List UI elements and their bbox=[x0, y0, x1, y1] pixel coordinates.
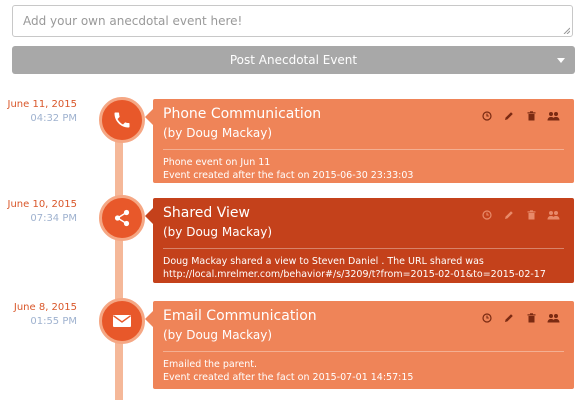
anecdotal-event-input-box[interactable] bbox=[12, 5, 573, 37]
event-body: Phone event on Jun 11 Event created afte… bbox=[163, 156, 564, 182]
event-date: June 10, 2015 bbox=[7, 199, 78, 210]
event-icon-circle bbox=[99, 298, 145, 344]
clock-icon[interactable] bbox=[480, 209, 494, 221]
pencil-icon[interactable] bbox=[502, 110, 516, 122]
users-icon[interactable] bbox=[546, 209, 560, 221]
card-pointer bbox=[145, 208, 153, 224]
card-divider bbox=[163, 351, 564, 352]
pencil-icon[interactable] bbox=[502, 209, 516, 221]
resize-grip-icon[interactable] bbox=[562, 26, 570, 34]
event-time: 04:32 PM bbox=[30, 113, 77, 124]
post-anecdotal-event-button[interactable]: Post Anecdotal Event bbox=[12, 46, 575, 74]
trash-icon[interactable] bbox=[524, 209, 538, 221]
event-actions bbox=[480, 312, 560, 324]
envelope-icon bbox=[113, 315, 131, 327]
post-button-label: Post Anecdotal Event bbox=[229, 53, 358, 67]
clock-icon[interactable] bbox=[480, 110, 494, 122]
trash-icon[interactable] bbox=[524, 110, 538, 122]
event-card: Shared View (by Doug Mackay) Doug Mackay… bbox=[153, 198, 574, 283]
event-date-block: June 11, 2015 04:32 PM bbox=[0, 98, 78, 126]
chevron-down-icon[interactable] bbox=[557, 58, 565, 63]
trash-icon[interactable] bbox=[524, 312, 538, 324]
clock-icon[interactable] bbox=[480, 312, 494, 324]
event-actions bbox=[480, 110, 560, 122]
pencil-icon[interactable] bbox=[502, 312, 516, 324]
event-body-line: Doug Mackay shared a view to Steven Dani… bbox=[163, 256, 484, 267]
event-body-line: Phone event on Jun 11 bbox=[163, 157, 271, 168]
event-date: June 11, 2015 bbox=[7, 99, 78, 110]
phone-icon bbox=[114, 112, 130, 128]
event-author: (by Doug Mackay) bbox=[163, 328, 273, 342]
timeline-line bbox=[115, 108, 123, 400]
event-body: Doug Mackay shared a view to Steven Dani… bbox=[163, 255, 564, 281]
event-body-line: Event created after the fact on 2015-06-… bbox=[163, 170, 414, 181]
card-divider bbox=[163, 248, 564, 249]
event-body-line: http://local.mrelmer.com/behavior#/s/320… bbox=[163, 269, 546, 280]
event-date-block: June 10, 2015 07:34 PM bbox=[0, 198, 78, 226]
event-actions bbox=[480, 209, 560, 221]
users-icon[interactable] bbox=[546, 312, 560, 324]
event-date: June 8, 2015 bbox=[13, 302, 77, 313]
anecdotal-event-textarea[interactable] bbox=[13, 6, 572, 36]
event-body-line: Emailed the parent. bbox=[163, 359, 258, 370]
share-icon bbox=[114, 209, 130, 227]
event-time: 01:55 PM bbox=[30, 316, 77, 327]
event-icon-circle bbox=[99, 195, 145, 241]
event-icon-circle bbox=[99, 97, 145, 143]
users-icon[interactable] bbox=[546, 110, 560, 122]
event-card: Phone Communication (by Doug Mackay) Pho… bbox=[153, 99, 574, 183]
event-card: Email Communication (by Doug Mackay) Ema… bbox=[153, 301, 574, 389]
event-date-block: June 8, 2015 01:55 PM bbox=[0, 301, 77, 329]
card-pointer bbox=[145, 311, 153, 327]
event-body: Emailed the parent. Event created after … bbox=[163, 358, 564, 384]
event-time: 07:34 PM bbox=[30, 213, 77, 224]
card-pointer bbox=[145, 109, 153, 125]
event-author: (by Doug Mackay) bbox=[163, 126, 273, 140]
event-body-line: Event created after the fact on 2015-07-… bbox=[163, 372, 414, 383]
card-divider bbox=[163, 149, 564, 150]
event-author: (by Doug Mackay) bbox=[163, 225, 273, 239]
